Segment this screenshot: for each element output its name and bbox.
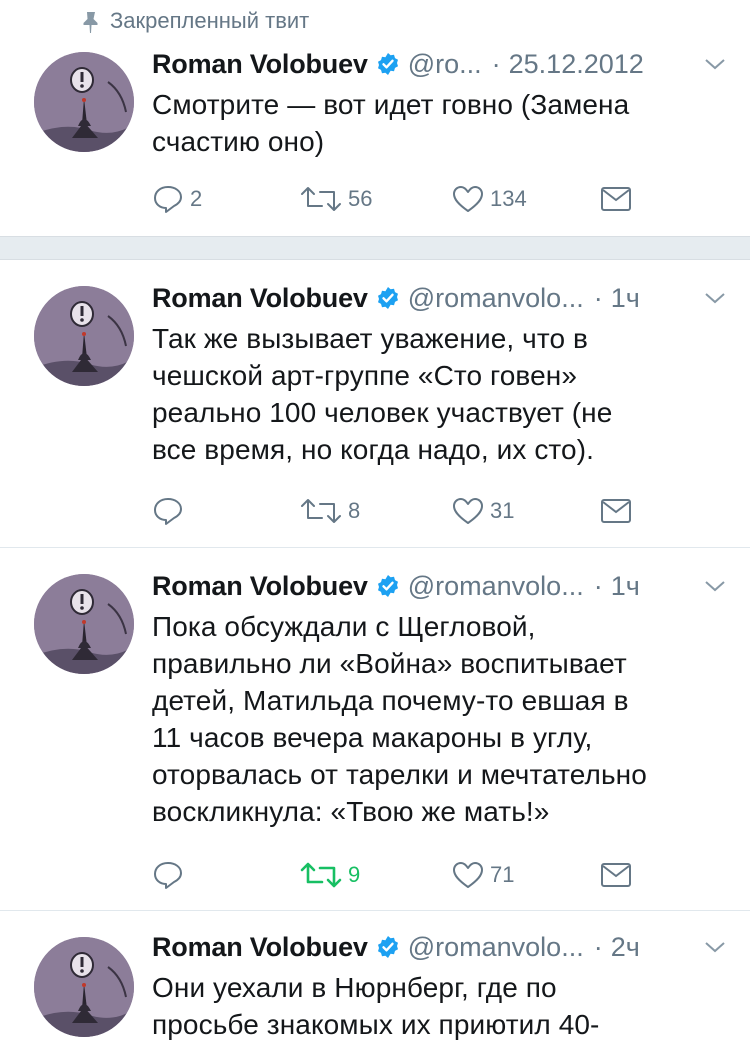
chevron-down-icon[interactable] [704,57,726,71]
separator-dot: · [593,931,603,962]
verified-badge-icon [377,936,398,958]
direct-message-button[interactable] [600,494,632,528]
pinned-tweet-label: Закрепленный твит [83,6,309,36]
retweet-icon [300,862,342,888]
author-name[interactable]: Roman Volobuev [152,283,368,314]
reply-icon [154,862,182,889]
avatar-image [34,286,134,386]
tweet-actions: 2 56 134 [152,182,652,216]
like-button[interactable]: 31 [452,494,514,528]
tweet-header: Roman Volobuev @romanvolo... · 2ч [152,929,726,965]
avatar-image [34,574,134,674]
reply-button[interactable]: 2 [152,182,202,216]
like-count: 31 [490,498,515,523]
retweet-button[interactable]: 8 [300,494,360,528]
retweet-count: 8 [348,498,361,523]
verified-badge-icon [377,287,398,309]
tweet-time[interactable]: 25.12.2012 [509,49,644,80]
divider [0,910,750,911]
tweet-header: Roman Volobuev @ro... · 25.12.2012 [152,46,726,82]
tweet-time[interactable]: 2ч [611,932,640,963]
reply-button[interactable] [152,858,190,892]
retweet-count: 9 [348,862,361,887]
tweet-text: Так же вызывает уважение, что в чешской … [152,323,613,465]
reply-icon [154,498,182,525]
reply-icon [154,186,182,213]
reply-count: 2 [190,186,203,211]
author-name[interactable]: Roman Volobuev [152,571,368,602]
tweet-actions: 8 31 [152,494,652,528]
avatar-image [34,937,134,1037]
envelope-icon [601,863,631,887]
tweet-actions: 9 71 [152,858,652,892]
direct-message-button[interactable] [600,182,632,216]
envelope-icon [601,187,631,211]
heart-icon [453,498,483,524]
avatar[interactable] [34,286,134,386]
pin-icon [83,12,98,33]
avatar[interactable] [34,52,134,152]
author-handle[interactable]: @romanvolo... [408,932,584,963]
tweet-time[interactable]: 1ч [611,571,640,602]
avatar[interactable] [34,574,134,674]
like-button[interactable]: 71 [452,858,514,892]
tweet-header: Roman Volobuev @romanvolo... · 1ч [152,280,726,316]
avatar-image [34,52,134,152]
separator-dot: · [593,282,603,313]
author-handle[interactable]: @romanvolo... [408,571,584,602]
retweet-count: 56 [348,186,373,211]
heart-icon [453,186,483,212]
like-count: 71 [490,862,515,887]
reply-button[interactable] [152,494,190,528]
chevron-down-icon[interactable] [704,291,726,305]
retweet-icon [301,187,341,211]
tweet-text: Они уехали в Нюрнберг, где по просьбе зн… [152,972,600,1040]
author-handle[interactable]: @romanvolo... [408,283,584,314]
retweet-button[interactable]: 9 [300,858,360,892]
avatar[interactable] [34,937,134,1037]
author-name[interactable]: Roman Volobuev [152,49,368,80]
verified-badge-icon [377,575,398,597]
tweet-text: Пока обсуждали с Щегловой, правильно ли … [152,611,647,827]
tweet-header: Roman Volobuev @romanvolo... · 1ч [152,568,726,604]
verified-badge-icon [377,53,398,75]
chevron-down-icon[interactable] [704,579,726,593]
tweet-text: Смотрите — вот идет говно (Замена счасти… [152,89,630,157]
like-count: 134 [490,186,527,211]
like-button[interactable]: 134 [452,182,527,216]
tweet-time[interactable]: 1ч [611,283,640,314]
author-handle[interactable]: @ro... [408,49,482,80]
envelope-icon [601,499,631,523]
retweet-button[interactable]: 56 [300,182,372,216]
section-separator [0,236,750,260]
separator-dot: · [593,570,603,601]
retweet-icon [301,499,341,523]
separator-dot: · [491,48,501,79]
heart-icon [453,862,483,888]
divider [0,547,750,548]
chevron-down-icon[interactable] [704,940,726,954]
direct-message-button[interactable] [600,858,632,892]
author-name[interactable]: Roman Volobuev [152,932,368,963]
